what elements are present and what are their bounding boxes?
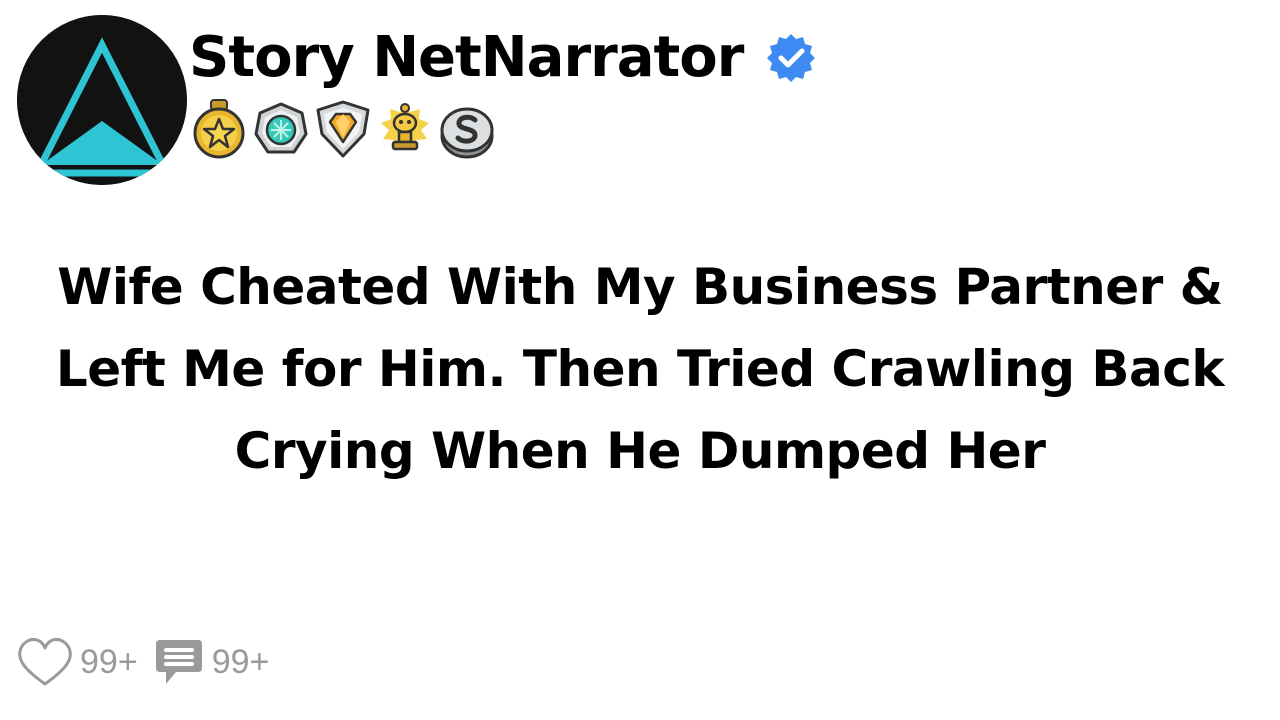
gold-star-badge-icon (190, 98, 248, 160)
post-title: Wife Cheated With My Business Partner & … (55, 258, 1225, 480)
gold-trophy-badge-icon (376, 98, 434, 160)
channel-name[interactable]: Story NetNarrator (189, 22, 744, 94)
verified-check-icon (765, 32, 817, 84)
like-count: 99+ (80, 642, 138, 681)
comment-bubble-icon[interactable] (152, 636, 206, 688)
triangle-logo-icon (17, 15, 187, 185)
teal-gem-badge-icon (252, 98, 310, 160)
badge-row (190, 97, 496, 161)
comment-count: 99+ (211, 642, 270, 681)
avatar[interactable] (17, 15, 187, 185)
silver-s-badge-icon (438, 98, 496, 160)
heart-icon[interactable] (16, 636, 74, 688)
diamond-crest-badge-icon (314, 98, 372, 160)
post-stats: 99+ 99+ (16, 634, 277, 690)
channel-header: Story NetNarrator (189, 22, 817, 94)
